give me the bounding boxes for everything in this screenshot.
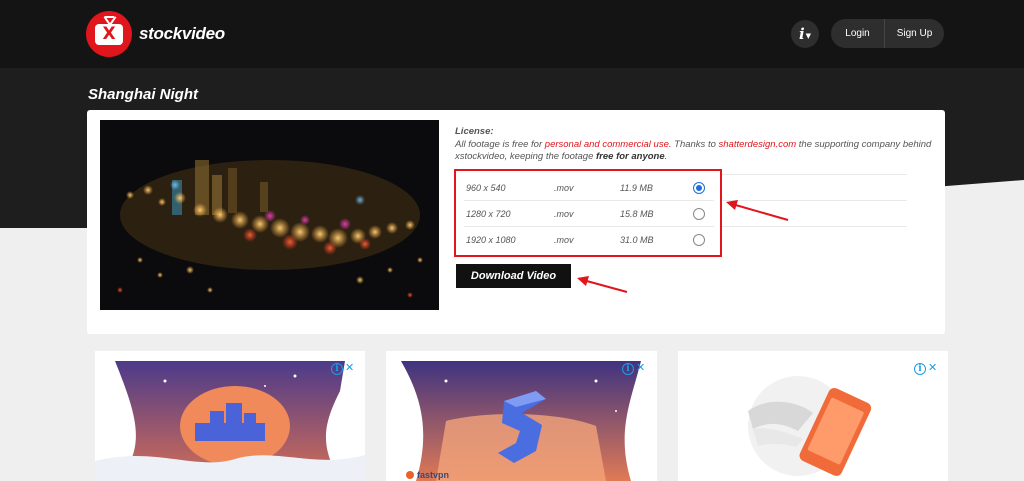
fastvpn-logo-icon bbox=[406, 471, 414, 479]
adchoices-icon[interactable]: i bbox=[622, 363, 634, 375]
ad-banner-3[interactable]: i ✕ bbox=[678, 351, 948, 481]
adchoices-controls[interactable]: i ✕ bbox=[331, 361, 354, 375]
adchoices-controls[interactable]: i ✕ bbox=[914, 361, 937, 375]
adchoices-icon[interactable]: i bbox=[914, 363, 926, 375]
adchoices-controls[interactable]: i ✕ bbox=[622, 361, 645, 375]
ad-banner-2[interactable]: i ✕ bbox=[386, 351, 657, 481]
ad-illustration bbox=[401, 361, 641, 481]
ad-banner-1[interactable]: i ✕ bbox=[95, 351, 365, 481]
close-icon[interactable]: ✕ bbox=[345, 362, 354, 374]
ad-brand-fastvpn: fastvpn bbox=[406, 470, 449, 480]
adchoices-icon[interactable]: i bbox=[331, 363, 343, 375]
ad-illustration bbox=[748, 376, 872, 476]
close-icon[interactable]: ✕ bbox=[928, 362, 937, 374]
close-icon[interactable]: ✕ bbox=[636, 362, 645, 374]
ad-illustration bbox=[95, 361, 365, 481]
